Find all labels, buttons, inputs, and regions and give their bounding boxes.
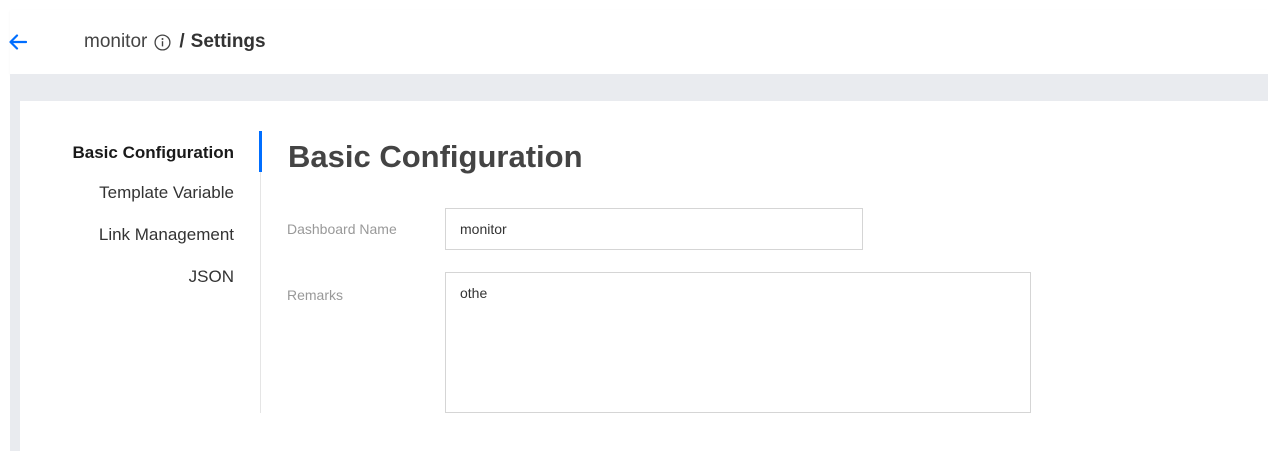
sidebar-item-json[interactable]: JSON [189, 267, 234, 287]
back-arrow-icon[interactable] [0, 28, 36, 56]
breadcrumb-separator: / [179, 31, 185, 52]
active-tab-indicator [259, 131, 262, 172]
sidebar-item-template-variable[interactable]: Template Variable [99, 183, 234, 203]
settings-sidebar: Basic Configuration Template Variable Li… [20, 131, 262, 413]
breadcrumb-current-page: Settings [190, 31, 266, 52]
top-bar: monitor / Settings [9, 10, 1268, 74]
breadcrumb-dashboard-name[interactable]: monitor [84, 31, 147, 53]
settings-card: Basic Configuration Template Variable Li… [20, 101, 1268, 451]
sidebar-item-link-management[interactable]: Link Management [99, 225, 234, 245]
info-circle-icon[interactable] [154, 33, 171, 51]
sidebar-item-basic-configuration[interactable]: Basic Configuration [72, 143, 234, 163]
dashboard-name-label: Dashboard Name [287, 221, 397, 237]
breadcrumb: monitor / Settings [84, 28, 266, 56]
remarks-textarea[interactable]: othe [445, 272, 1031, 413]
section-title: Basic Configuration [288, 139, 583, 174]
remarks-label: Remarks [287, 287, 344, 303]
dashboard-name-input[interactable] [445, 208, 863, 250]
settings-page: monitor / Settings Basic Configuration T… [0, 0, 1268, 451]
